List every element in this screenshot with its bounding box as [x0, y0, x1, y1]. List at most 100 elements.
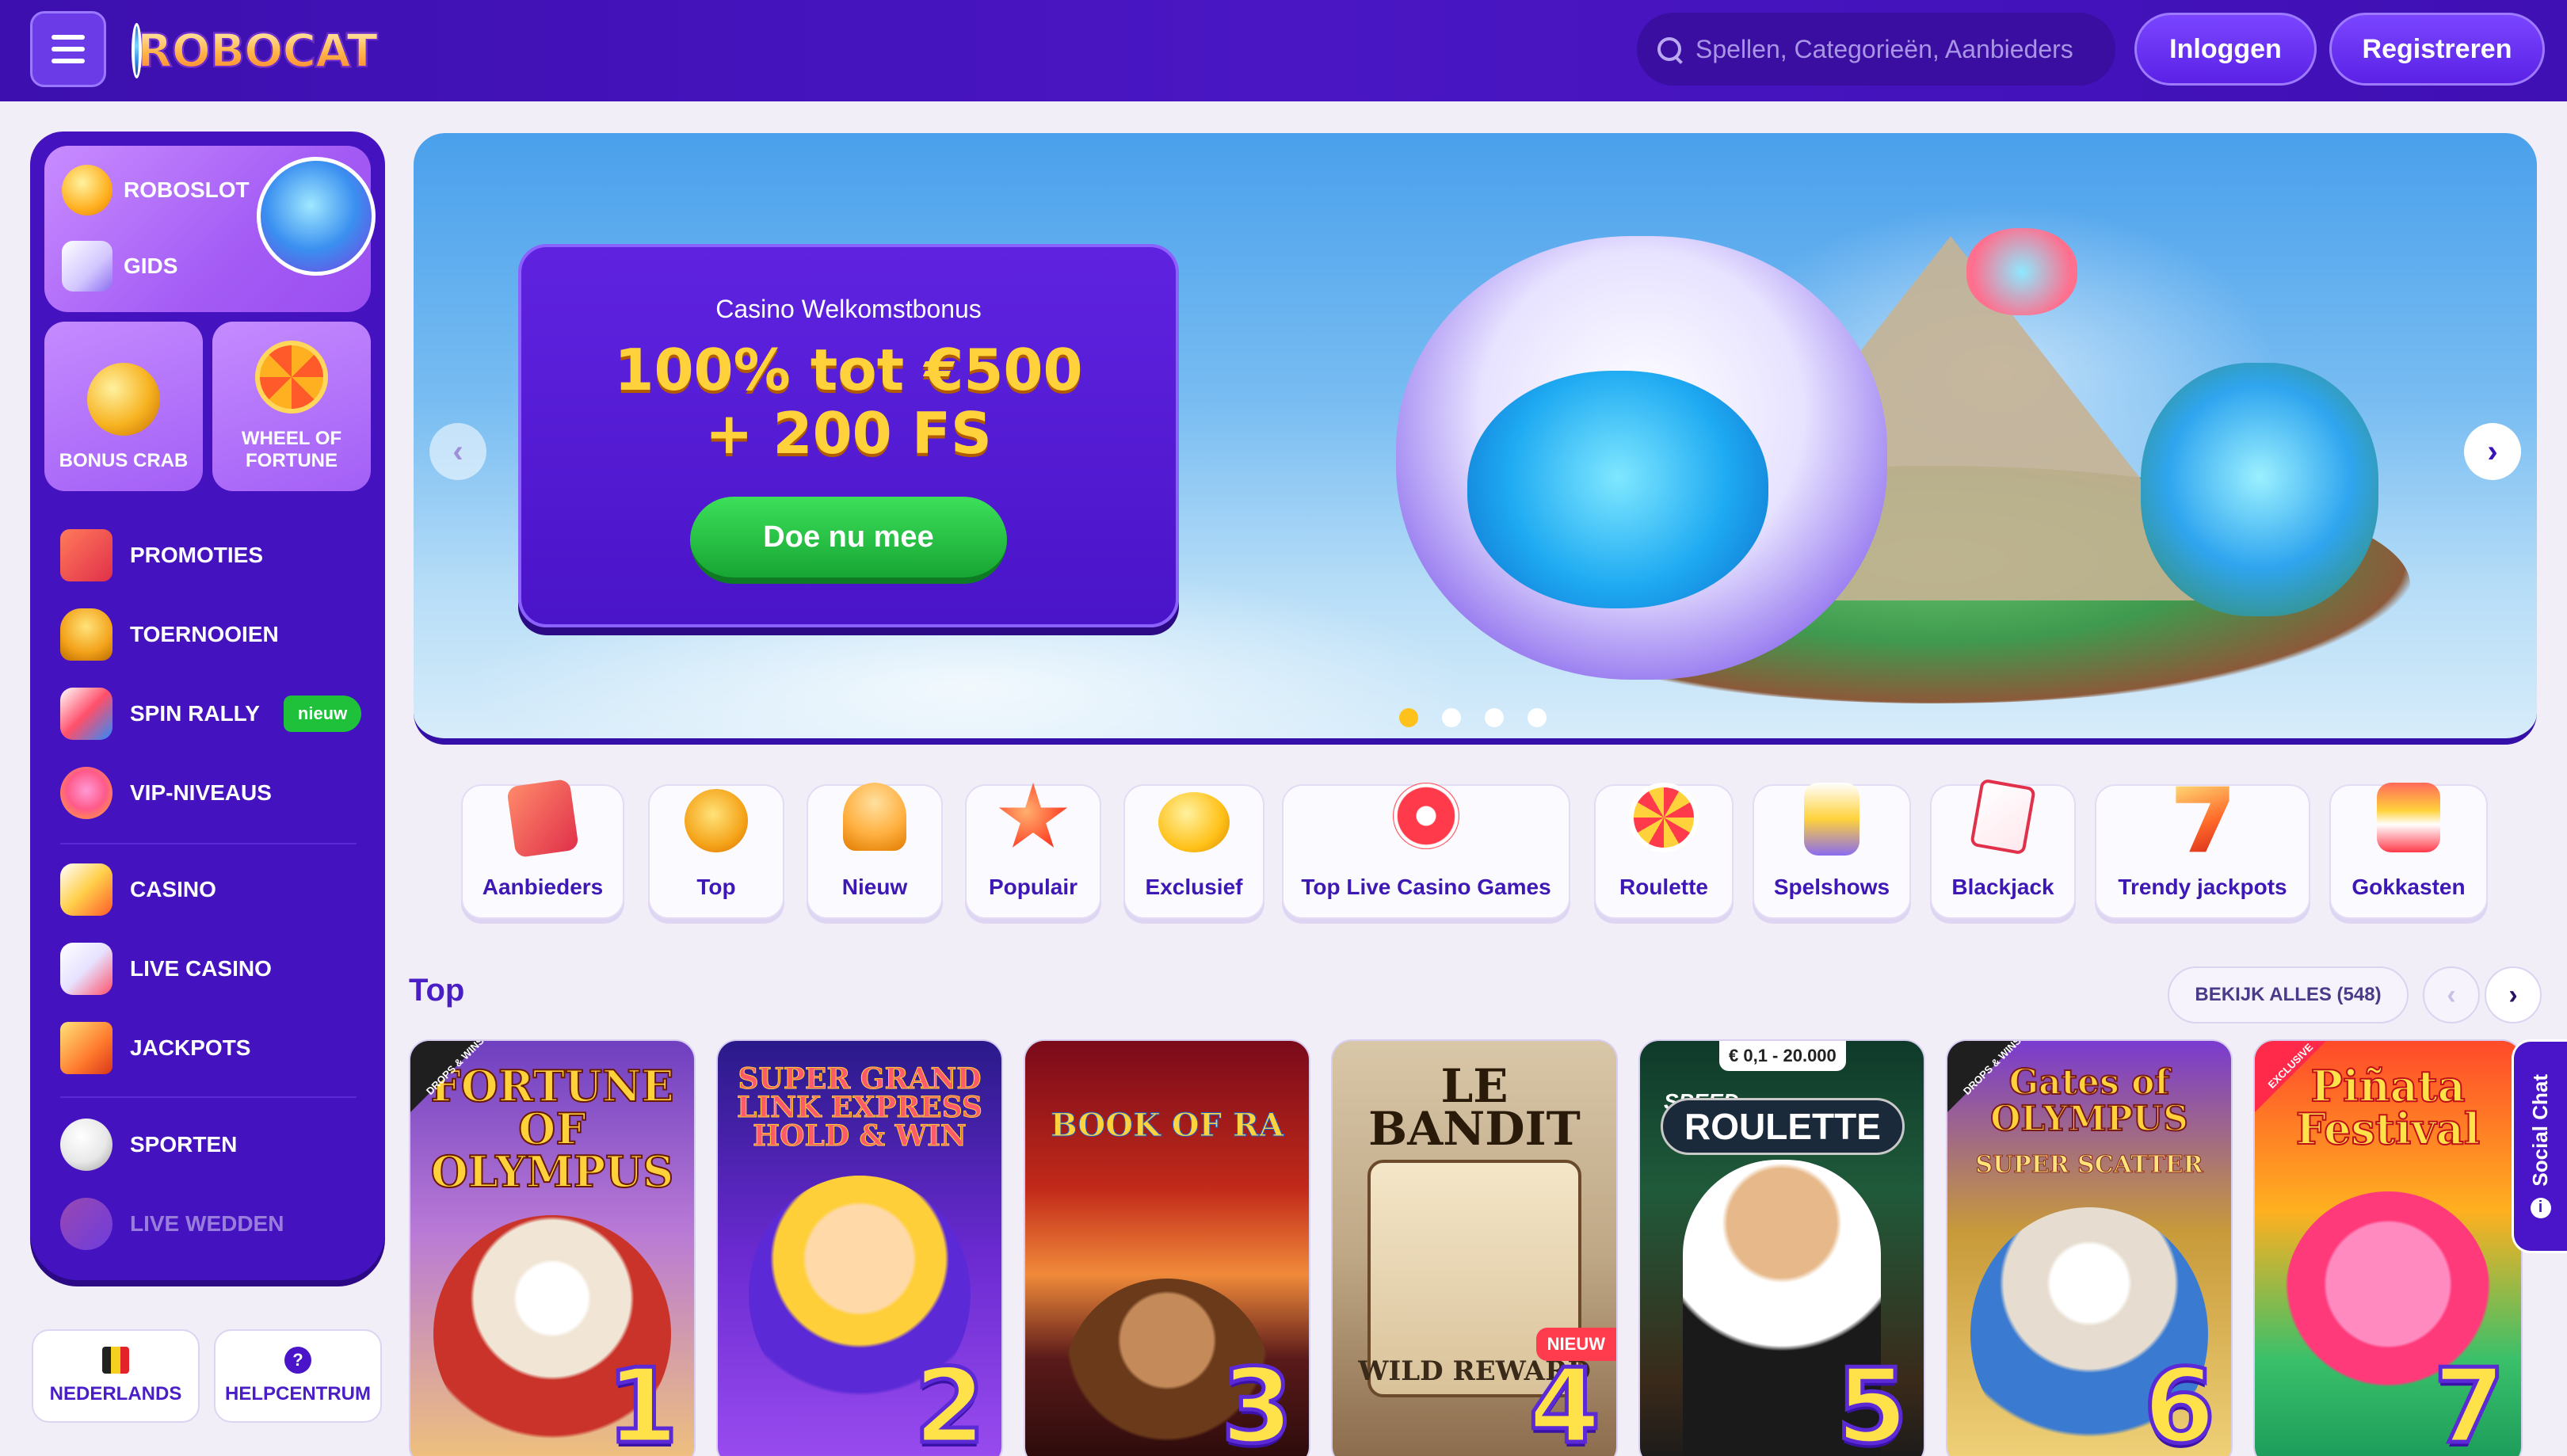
hero-banner[interactable]: Casino Welkomstbonus 100% tot €500 + 200… [414, 133, 2537, 745]
help-center-button[interactable]: ? HELPCENTRUM [214, 1329, 382, 1423]
game-rank: 4 [1527, 1346, 1602, 1456]
game-title: ROULETTE [1661, 1098, 1905, 1155]
language-button[interactable]: NEDERLANDS [32, 1329, 200, 1423]
sidebar-item-sports[interactable]: SPORTEN [60, 1109, 377, 1180]
sidebar-item-tournaments[interactable]: TOERNOOIEN [60, 599, 377, 670]
register-button[interactable]: Registreren [2329, 13, 2545, 86]
sidebar-item-casino[interactable]: CASINO [60, 854, 377, 925]
game-subtitle: SUPER SCATTER [1975, 1151, 2203, 1180]
game-card[interactable]: € 0,1 - 20.000 SPEED ROULETTE 5 [1638, 1039, 1925, 1456]
slide-indicators [1399, 708, 1547, 727]
bonus-crab-tile[interactable]: BONUS CRAB [44, 322, 203, 491]
login-button[interactable]: Inloggen [2134, 13, 2317, 86]
hero-prev-button[interactable]: ‹ [429, 423, 486, 480]
game-card[interactable]: Gates of OLYMPUS SUPER SCATTER DROPS & W… [1946, 1039, 2233, 1456]
game-title: SUPER GRAND LINK EXPRESS HOLD & WIN [737, 1062, 983, 1153]
sidebar-item-live-betting[interactable]: LIVE WEDDEN [60, 1188, 377, 1260]
hero-next-button[interactable]: › [2464, 423, 2521, 480]
bonus-title: 100% tot €500 + 200 FS [614, 338, 1082, 465]
soccer-ball-icon [60, 1119, 113, 1171]
sidebar-item-label: CASINO [130, 877, 216, 901]
sidebar-item-label: SPIN RALLY [130, 701, 260, 726]
slide-dot[interactable] [1399, 708, 1418, 727]
roboslot-card[interactable]: ROBOSLOT GIDS [44, 146, 376, 312]
category-label: Exclusief [1145, 875, 1243, 899]
game-card[interactable]: FORTUNE OF OLYMPUS DROPS & WINS 1 [409, 1039, 696, 1456]
roboslot-link[interactable]: ROBOSLOT [62, 158, 250, 222]
category-trendy-jackpots[interactable]: Trendy jackpots [2095, 784, 2310, 919]
category-label: Blackjack [1951, 875, 2054, 899]
bell-icon [843, 783, 906, 851]
game-rank: 1 [605, 1346, 680, 1456]
hamburger-menu-button[interactable] [30, 11, 106, 87]
sidebar-item-jackpots[interactable]: JACKPOTS [60, 1012, 377, 1084]
category-exclusive[interactable]: Exclusief [1123, 784, 1264, 919]
exclusive-badge [2255, 1041, 2326, 1112]
slot-machine-icon [62, 241, 113, 292]
casino-slot-icon [60, 863, 113, 916]
sidebar-item-vip-levels[interactable]: VIP-NIVEAUS [60, 757, 377, 829]
sidebar-item-spin-rally[interactable]: SPIN RALLY nieuw [60, 678, 377, 749]
logo-text: ROBOCAT [136, 23, 379, 78]
game-card[interactable]: SUPER GRAND LINK EXPRESS HOLD & WIN 2 [716, 1039, 1003, 1456]
live-icon [60, 1198, 113, 1250]
category-top-live-casino-games[interactable]: Top Live Casino Games [1282, 783, 1570, 919]
game-title: BOOK OF RA [1050, 1107, 1284, 1145]
category-game-shows[interactable]: Spelshows [1753, 783, 1911, 919]
guide-label: GIDS [124, 253, 178, 278]
sidebar-item-promotions[interactable]: PROMOTIES [60, 520, 377, 591]
game-card[interactable]: Piñata Festival EXCLUSIVE 7 [2253, 1039, 2523, 1456]
sidebar-item-label: PROMOTIES [130, 543, 264, 567]
wheel-of-fortune-tile[interactable]: WHEEL OF FORTUNE [212, 322, 371, 491]
category-providers[interactable]: Aanbieders [461, 778, 624, 919]
category-label: Aanbieders [482, 875, 604, 899]
playing-cards-icon [1970, 778, 2036, 856]
category-new[interactable]: Nieuw [807, 783, 943, 919]
lucky-seven-icon [2176, 786, 2229, 852]
join-now-button[interactable]: Doe nu mee [690, 497, 1007, 584]
category-top[interactable]: Top [648, 784, 784, 919]
slot-machine-icon [2377, 783, 2440, 852]
robocat-logo[interactable]: ROBOCAT [132, 11, 379, 90]
category-label: Top Live Casino Games [1301, 875, 1551, 899]
slide-dot[interactable] [1485, 708, 1504, 727]
bonus-crab-label: BONUS CRAB [59, 450, 189, 471]
slide-dot[interactable] [1528, 708, 1547, 727]
sidebar: ROBOSLOT GIDS BONUS CRAB WHEEL OF FORTUN… [30, 131, 385, 1280]
social-chat-label: Social Chat [2528, 1074, 2552, 1187]
language-label: NEDERLANDS [49, 1383, 182, 1405]
game-card[interactable]: LE BANDIT WILD REWARD NIEUW 4 [1331, 1039, 1618, 1456]
game-rank: 6 [2142, 1346, 2217, 1456]
guide-link[interactable]: GIDS [62, 234, 177, 298]
search-icon [1656, 36, 1683, 63]
menu-line [51, 59, 85, 63]
game-card[interactable]: BOOK OF RA 3 [1024, 1039, 1310, 1456]
game-rank: 5 [1834, 1346, 1909, 1456]
bonus-subtitle: Casino Welkomstbonus [715, 295, 982, 323]
slide-dot[interactable] [1442, 708, 1461, 727]
sidebar-item-live-casino[interactable]: LIVE CASINO [60, 933, 377, 1004]
games-next-button[interactable]: › [2485, 966, 2542, 1023]
games-prev-button[interactable]: ‹ [2423, 966, 2480, 1023]
belgium-flag-icon [102, 1347, 129, 1374]
menu-line [51, 47, 85, 51]
search-bar[interactable] [1637, 13, 2115, 86]
robot-face-image [1467, 371, 1768, 608]
category-slots[interactable]: Gokkasten [2329, 783, 2488, 919]
robot-cat-image [2141, 363, 2378, 616]
menu-line [51, 35, 85, 40]
search-input[interactable] [1695, 34, 2107, 64]
game-rank: 3 [1219, 1346, 1295, 1456]
see-all-button[interactable]: BEKIJK ALLES (548) [2168, 966, 2409, 1023]
game-title: LE BANDIT [1368, 1059, 1581, 1156]
rally-flag-icon [60, 688, 113, 740]
category-roulette[interactable]: Roulette [1594, 783, 1734, 919]
category-blackjack[interactable]: Blackjack [1930, 778, 2076, 919]
roulette-wheel-icon [1629, 783, 1699, 852]
star-icon [998, 783, 1068, 848]
category-popular[interactable]: Populair [965, 783, 1101, 919]
social-chat-tab[interactable]: Social Chat i [2512, 1039, 2567, 1253]
bet-range-tag: € 0,1 - 20.000 [1719, 1041, 1846, 1071]
sidebar-item-label: JACKPOTS [130, 1035, 251, 1060]
top-header: ROBOCAT Inloggen Registreren [0, 0, 2567, 101]
